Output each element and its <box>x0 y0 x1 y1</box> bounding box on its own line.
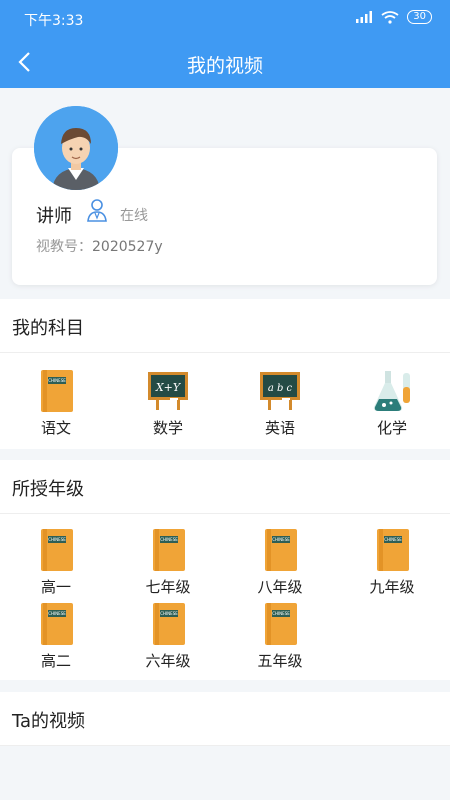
grade-item[interactable]: CHINESE 八年级 <box>224 528 336 597</box>
subject-item-chemistry[interactable]: 化学 <box>336 369 448 438</box>
subject-item-math[interactable]: X+Y 数学 <box>112 369 224 438</box>
svg-text:CHINESE: CHINESE <box>160 537 178 542</box>
subject-label: 语文 <box>40 419 71 437</box>
subjects-header: 我的科目 <box>0 299 450 353</box>
svg-text:a b c: a b c <box>268 383 293 394</box>
subject-item-chinese[interactable]: CHINESE 语文 <box>0 369 112 438</box>
book-icon: CHINESE <box>265 603 297 645</box>
blackboard-english-icon: a b c <box>260 372 300 410</box>
svg-text:CHINESE: CHINESE <box>48 537 66 542</box>
teacher-icon <box>87 199 107 222</box>
subject-item-english[interactable]: a b c 英语 <box>224 369 336 438</box>
title-bar: 我的视频 <box>0 40 450 84</box>
subject-label: 化学 <box>376 419 407 437</box>
grades-grid: CHINESE 高一 CHINESE 七年级 CHINESE 八年级 CHINE… <box>0 514 450 680</box>
svg-text:CHINESE: CHINESE <box>272 537 290 542</box>
grade-label: 九年级 <box>369 578 415 596</box>
book-icon: CHINESE <box>153 529 185 571</box>
grade-label: 六年级 <box>145 652 191 670</box>
grades-header: 所授年级 <box>0 460 450 514</box>
grade-item[interactable]: CHINESE 七年级 <box>112 528 224 597</box>
page-title: 我的视频 <box>186 55 263 77</box>
subjects-title: 我的科目 <box>12 318 84 339</box>
grade-label: 七年级 <box>145 578 191 596</box>
svg-text:CHINESE: CHINESE <box>48 378 66 383</box>
status-time: 下午3:33 <box>24 13 84 29</box>
book-icon: CHINESE <box>41 529 73 571</box>
grade-item[interactable]: CHINESE 高二 <box>0 602 112 671</box>
grade-item[interactable]: CHINESE 高一 <box>0 528 112 597</box>
teacher-name: 讲师 <box>36 206 72 227</box>
wifi-icon <box>381 10 399 24</box>
svg-text:CHINESE: CHINESE <box>48 611 66 616</box>
grade-label: 八年级 <box>257 578 303 596</box>
grade-item[interactable]: CHINESE 六年级 <box>112 602 224 671</box>
svg-text:CHINESE: CHINESE <box>160 611 178 616</box>
app-header: 下午3:33 30 我的视频 <box>0 0 450 88</box>
subjects-grid: CHINESE 语文 X+Y 数学 a b c 英语 化学 <box>0 353 450 449</box>
grade-item[interactable]: CHINESE 五年级 <box>224 602 336 671</box>
grade-item[interactable]: CHINESE 九年级 <box>336 528 448 597</box>
status-icons: 30 <box>355 10 432 24</box>
video-id-value: 2020527y <box>92 239 163 255</box>
grade-label: 五年级 <box>257 652 303 670</box>
book-icon: CHINESE <box>265 529 297 571</box>
grade-label: 高二 <box>40 652 71 670</box>
status-bar: 下午3:33 30 <box>0 0 450 36</box>
blackboard-math-icon: X+Y <box>148 372 188 410</box>
avatar-image <box>34 106 118 190</box>
video-id: 视教号：2020527y <box>36 236 163 256</box>
grades-title: 所授年级 <box>12 479 84 500</box>
online-status: 在线 <box>120 208 148 224</box>
svg-text:X+Y: X+Y <box>155 381 182 394</box>
subject-label: 英语 <box>264 419 295 437</box>
svg-text:CHINESE: CHINESE <box>272 611 290 616</box>
grade-label: 高一 <box>40 578 71 596</box>
book-icon: CHINESE <box>153 603 185 645</box>
video-id-label: 视教号： <box>36 239 92 255</box>
avatar[interactable] <box>34 106 118 190</box>
chemistry-flask-icon <box>373 371 410 411</box>
svg-text:CHINESE: CHINESE <box>384 537 402 542</box>
signal-icon <box>356 11 373 23</box>
videos-title: Ta的视频 <box>12 711 86 732</box>
book-icon: CHINESE <box>41 370 73 412</box>
battery-icon: 30 <box>407 10 432 24</box>
subject-label: 数学 <box>152 419 183 437</box>
book-icon: CHINESE <box>377 529 409 571</box>
book-icon: CHINESE <box>41 603 73 645</box>
videos-header: Ta的视频 <box>0 692 450 746</box>
